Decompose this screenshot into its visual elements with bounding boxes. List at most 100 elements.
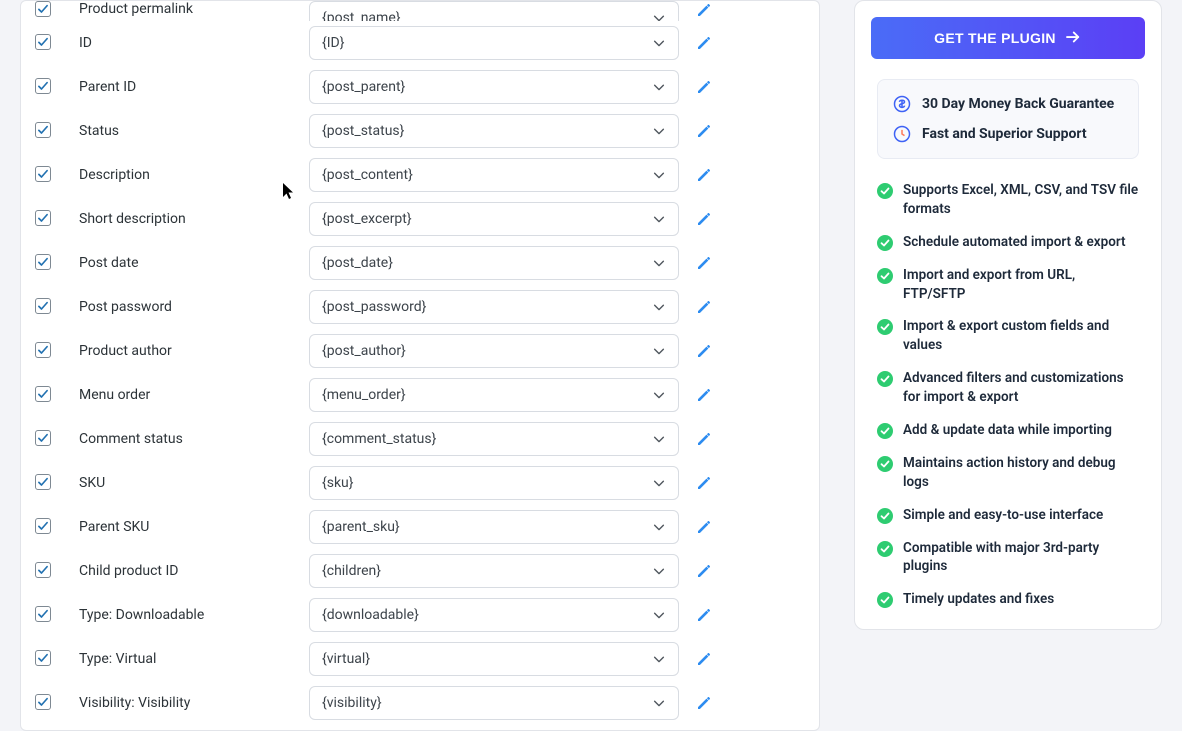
get-plugin-label: GET THE PLUGIN	[934, 30, 1056, 46]
field-label: Visibility: Visibility	[79, 695, 309, 711]
pencil-icon[interactable]	[695, 606, 713, 624]
field-select[interactable]: {ID}	[309, 26, 679, 60]
feature-item: Import & export custom fields and values	[877, 317, 1139, 355]
chevron-down-icon	[652, 300, 666, 314]
field-select-value: {visibility}	[322, 695, 382, 711]
pencil-icon[interactable]	[695, 430, 713, 448]
pencil-icon[interactable]	[695, 474, 713, 492]
field-select[interactable]: {post_name}	[309, 1, 679, 21]
field-label: Menu order	[79, 387, 309, 403]
field-select-value: {ID}	[322, 35, 344, 51]
field-checkbox[interactable]	[35, 122, 51, 138]
field-row: Parent ID{post_parent}	[21, 65, 819, 109]
field-select-value: {post_date}	[322, 255, 393, 271]
field-label: Product permalink	[79, 1, 309, 17]
field-row: Comment status{comment_status}	[21, 417, 819, 461]
field-label: Product author	[79, 343, 309, 359]
field-row: Status{post_status}	[21, 109, 819, 153]
chevron-down-icon	[652, 124, 666, 138]
field-select[interactable]: {post_password}	[309, 290, 679, 324]
field-checkbox[interactable]	[35, 518, 51, 534]
check-circle-icon	[877, 235, 893, 251]
money-back-icon	[892, 94, 912, 114]
field-row: Product permalink{post_name}	[21, 1, 819, 21]
field-checkbox[interactable]	[35, 166, 51, 182]
pencil-icon[interactable]	[695, 210, 713, 228]
chevron-down-icon	[652, 168, 666, 182]
field-row: Parent SKU{parent_sku}	[21, 505, 819, 549]
pencil-icon[interactable]	[695, 78, 713, 96]
field-checkbox[interactable]	[35, 210, 51, 226]
field-row: Type: Downloadable{downloadable}	[21, 593, 819, 637]
feature-text: Add & update data while importing	[903, 421, 1112, 440]
field-label: Parent ID	[79, 79, 309, 95]
check-circle-icon	[877, 423, 893, 439]
field-checkbox[interactable]	[35, 650, 51, 666]
guarantee-text-2: Fast and Superior Support	[922, 126, 1087, 142]
feature-text: Supports Excel, XML, CSV, and TSV file f…	[903, 181, 1139, 219]
pencil-icon[interactable]	[695, 694, 713, 712]
field-select[interactable]: {post_date}	[309, 246, 679, 280]
field-select[interactable]: {downloadable}	[309, 598, 679, 632]
field-row: ID{ID}	[21, 21, 819, 65]
pencil-icon[interactable]	[695, 1, 713, 19]
pencil-icon[interactable]	[695, 254, 713, 272]
pencil-icon[interactable]	[695, 34, 713, 52]
pencil-icon[interactable]	[695, 562, 713, 580]
fields-panel: Product permalink{post_name}ID{ID}Parent…	[20, 0, 820, 731]
pencil-icon[interactable]	[695, 386, 713, 404]
pencil-icon[interactable]	[695, 298, 713, 316]
feature-list: Supports Excel, XML, CSV, and TSV file f…	[871, 159, 1145, 613]
field-row: Post password {post_password}	[21, 285, 819, 329]
field-label: Post password	[79, 299, 309, 315]
feature-item: Schedule automated import & export	[877, 233, 1139, 252]
field-checkbox[interactable]	[35, 562, 51, 578]
field-label: Status	[79, 123, 309, 139]
field-label: Child product ID	[79, 563, 309, 579]
field-select[interactable]: {post_excerpt}	[309, 202, 679, 236]
feature-item: Compatible with major 3rd-party plugins	[877, 539, 1139, 577]
field-label: Post date	[79, 255, 309, 271]
support-icon	[892, 124, 912, 144]
field-select[interactable]: {menu_order}	[309, 378, 679, 412]
field-select[interactable]: {post_status}	[309, 114, 679, 148]
pencil-icon[interactable]	[695, 166, 713, 184]
field-label: Parent SKU	[79, 519, 309, 535]
chevron-down-icon	[652, 564, 666, 578]
field-checkbox[interactable]	[35, 254, 51, 270]
pencil-icon[interactable]	[695, 122, 713, 140]
field-label: Short description	[79, 211, 309, 227]
field-select-value: {children}	[322, 563, 381, 579]
check-circle-icon	[877, 268, 893, 284]
field-checkbox[interactable]	[35, 342, 51, 358]
pencil-icon[interactable]	[695, 342, 713, 360]
pencil-icon[interactable]	[695, 650, 713, 668]
feature-text: Timely updates and fixes	[903, 590, 1054, 609]
feature-text: Simple and easy-to-use interface	[903, 506, 1103, 525]
field-select-value: {post_password}	[322, 299, 426, 315]
field-select[interactable]: {sku}	[309, 466, 679, 500]
pencil-icon[interactable]	[695, 518, 713, 536]
field-checkbox[interactable]	[35, 386, 51, 402]
feature-text: Advanced filters and customizations for …	[903, 369, 1139, 407]
field-checkbox[interactable]	[35, 430, 51, 446]
field-select[interactable]: {visibility}	[309, 686, 679, 720]
field-select[interactable]: {post_parent}	[309, 70, 679, 104]
field-row: Post date {post_date}	[21, 241, 819, 285]
field-checkbox[interactable]	[35, 78, 51, 94]
feature-item: Supports Excel, XML, CSV, and TSV file f…	[877, 181, 1139, 219]
field-select[interactable]: {children}	[309, 554, 679, 588]
field-checkbox[interactable]	[35, 606, 51, 622]
field-select[interactable]: {post_content}	[309, 158, 679, 192]
field-checkbox[interactable]	[35, 1, 51, 17]
field-select[interactable]: {post_author}	[309, 334, 679, 368]
field-select[interactable]: {virtual}	[309, 642, 679, 676]
field-checkbox[interactable]	[35, 474, 51, 490]
field-checkbox[interactable]	[35, 694, 51, 710]
get-plugin-button[interactable]: GET THE PLUGIN	[871, 17, 1145, 59]
chevron-down-icon	[652, 388, 666, 402]
field-select[interactable]: {parent_sku}	[309, 510, 679, 544]
field-select[interactable]: {comment_status}	[309, 422, 679, 456]
field-checkbox[interactable]	[35, 298, 51, 314]
field-checkbox[interactable]	[35, 34, 51, 50]
